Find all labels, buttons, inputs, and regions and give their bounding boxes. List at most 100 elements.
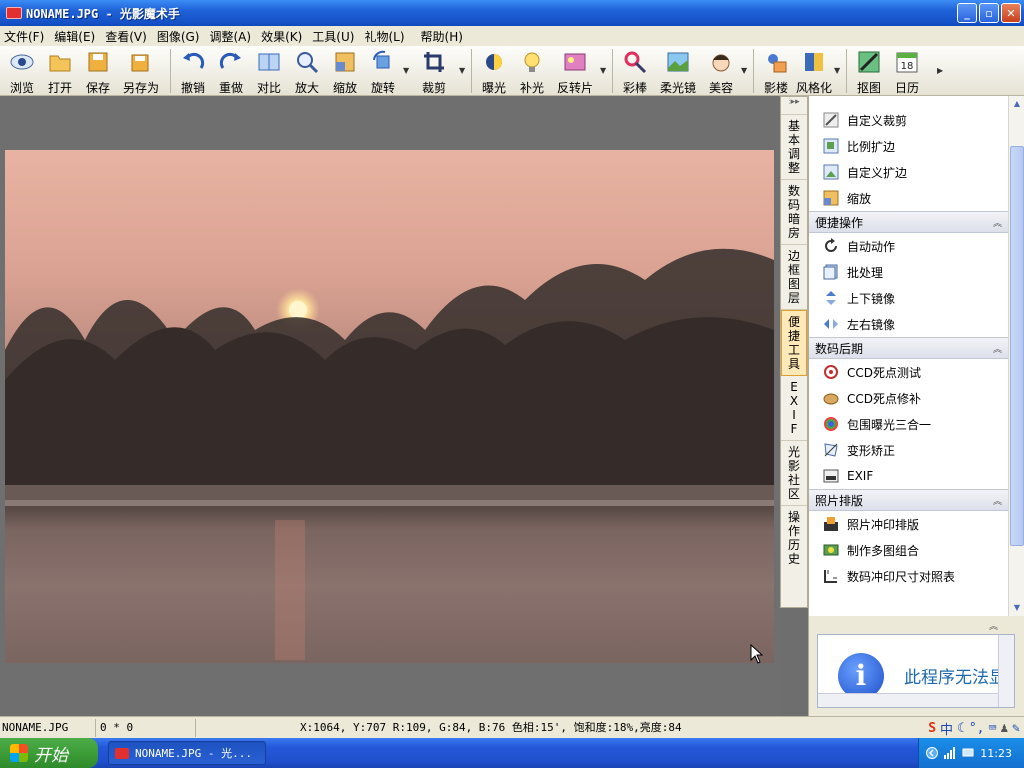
save-as-icon bbox=[131, 54, 149, 72]
menu-file[interactable]: 文件(F) bbox=[4, 28, 44, 45]
side-tab-strip: ⫶▸▸ 基本调整 数码暗房 边框图层 便捷工具 EXIF 光影社区 操作历史 bbox=[780, 96, 808, 608]
crop-dropdown-icon[interactable]: ▼ bbox=[459, 66, 467, 75]
panel-item-batch[interactable]: 批处理 bbox=[809, 259, 1008, 285]
menu-edit[interactable]: 编辑(E) bbox=[54, 28, 95, 45]
tab-exif[interactable]: EXIF bbox=[781, 376, 807, 441]
custom-expand-icon bbox=[823, 164, 839, 180]
crop-button[interactable]: 裁剪 bbox=[411, 46, 457, 96]
panel-item-vertical-flip[interactable]: 上下镜像 bbox=[809, 285, 1008, 311]
menu-adjust[interactable]: 调整(A) bbox=[209, 28, 251, 45]
browse-button[interactable]: 浏览 bbox=[4, 46, 40, 96]
rotate-dropdown-icon[interactable]: ▼ bbox=[403, 66, 411, 75]
wrench-icon[interactable]: ✎ bbox=[1012, 721, 1020, 736]
section-quick-ops[interactable]: 便捷操作 ︽ bbox=[809, 211, 1008, 233]
toolbar-overflow-icon[interactable]: ▶ bbox=[937, 66, 945, 75]
panel-item-ccd-test[interactable]: CCD死点测试 bbox=[809, 359, 1008, 385]
clock[interactable]: 11:23 bbox=[980, 747, 1012, 760]
rotate-button[interactable]: 旋转 bbox=[365, 46, 401, 96]
crop-pen-icon bbox=[823, 112, 839, 128]
beauty-button[interactable]: 美容 bbox=[703, 46, 739, 96]
tab-community[interactable]: 光影社区 bbox=[781, 441, 807, 506]
panel-item-custom-crop[interactable]: 自定义裁剪 bbox=[809, 107, 1008, 133]
panel-item-distortion-fix[interactable]: 变形矫正 bbox=[809, 437, 1008, 463]
panel-item-exif[interactable]: EXIF bbox=[809, 463, 1008, 489]
ime-logo-icon[interactable]: S bbox=[928, 721, 936, 736]
panel-item-multi-collage[interactable]: 制作多图组合 bbox=[809, 537, 1008, 563]
compare-button[interactable]: 对比 bbox=[251, 46, 287, 96]
menu-view[interactable]: 查看(V) bbox=[105, 28, 147, 45]
panel-item-custom-expand[interactable]: 自定义扩边 bbox=[809, 159, 1008, 185]
crop-icon bbox=[424, 52, 444, 72]
tab-digital-darkroom[interactable]: 数码暗房 bbox=[781, 180, 807, 245]
tool-panel: 自定义裁剪 比例扩边 自定义扩边 缩放 便捷操作 ︽ 自动动作 批处理 上下镜像 … bbox=[808, 96, 1008, 616]
resize-button[interactable]: 缩放 bbox=[327, 46, 363, 96]
studio-button[interactable]: 影楼 bbox=[758, 46, 794, 96]
app-icon bbox=[115, 747, 129, 759]
minimize-button[interactable]: _ bbox=[957, 3, 977, 23]
effects-dropdown-icon[interactable]: ▼ bbox=[600, 66, 608, 75]
network-icon[interactable] bbox=[962, 747, 974, 759]
menu-image[interactable]: 图像(G) bbox=[157, 28, 200, 45]
info-horizontal-scrollbar[interactable] bbox=[818, 693, 998, 707]
studio-icon bbox=[768, 54, 787, 73]
panel-item-resize[interactable]: 缩放 bbox=[809, 185, 1008, 211]
scroll-down-icon[interactable]: ▼ bbox=[1009, 600, 1024, 616]
canvas-area[interactable] bbox=[0, 96, 780, 716]
save-as-button[interactable]: 另存为 bbox=[118, 46, 164, 96]
back-arrow-icon[interactable] bbox=[926, 747, 939, 759]
taskbar-app-button[interactable]: NONAME.JPG - 光... bbox=[108, 741, 266, 765]
panel-item-ccd-repair[interactable]: CCD死点修补 bbox=[809, 385, 1008, 411]
panel-collapse-icon[interactable]: ⫶▸▸ bbox=[781, 97, 807, 115]
tab-basic-adjust[interactable]: 基本调整 bbox=[781, 115, 807, 180]
zoom-in-button[interactable]: 放大 bbox=[289, 46, 325, 96]
menu-gifts[interactable]: 礼物(L) bbox=[364, 28, 404, 45]
photo-image bbox=[5, 248, 774, 660]
menu-help[interactable]: 帮助(H) bbox=[421, 28, 463, 45]
stylize-button[interactable]: 风格化 bbox=[796, 46, 832, 96]
redo-button[interactable]: 重做 bbox=[213, 46, 249, 96]
color-pen-button[interactable]: 彩棒 bbox=[617, 46, 653, 96]
panel-item-ratio-expand[interactable]: 比例扩边 bbox=[809, 133, 1008, 159]
start-button[interactable]: 开始 bbox=[0, 738, 98, 768]
panel-item-auto-action[interactable]: 自动动作 bbox=[809, 233, 1008, 259]
scrollbar-thumb[interactable] bbox=[1010, 146, 1024, 546]
tab-border-layer[interactable]: 边框图层 bbox=[781, 245, 807, 310]
menu-tools[interactable]: 工具(U) bbox=[312, 28, 354, 45]
chevron-up-icon[interactable]: ︽ bbox=[989, 619, 998, 632]
section-photo-layout[interactable]: 照片排版 ︽ bbox=[809, 489, 1008, 511]
scroll-up-icon[interactable]: ▲ bbox=[1009, 96, 1024, 112]
panel-item-print-layout[interactable]: 照片冲印排版 bbox=[809, 511, 1008, 537]
soft-focus-button[interactable]: 柔光镜 bbox=[655, 46, 701, 96]
keyboard-icon[interactable]: ⌨ bbox=[989, 721, 997, 736]
close-button[interactable]: ✕ bbox=[1001, 3, 1021, 23]
tab-quick-tools[interactable]: 便捷工具 bbox=[781, 310, 807, 376]
reverse-film-button[interactable]: 反转片 bbox=[552, 46, 598, 96]
exposure-button[interactable]: 曝光 bbox=[476, 46, 512, 96]
cutout-button[interactable]: 抠图 bbox=[851, 46, 887, 96]
save-button[interactable]: 保存 bbox=[80, 46, 116, 96]
signal-icon[interactable] bbox=[944, 747, 956, 759]
ime-language[interactable]: 中 bbox=[940, 719, 953, 738]
stylize-dropdown-icon[interactable]: ▼ bbox=[834, 66, 842, 75]
info-vertical-scrollbar[interactable] bbox=[998, 635, 1014, 707]
maximize-button[interactable]: ▫ bbox=[979, 3, 999, 23]
menu-effects[interactable]: 效果(K) bbox=[261, 28, 302, 45]
open-button[interactable]: 打开 bbox=[42, 46, 78, 96]
calendar-button[interactable]: 18 日历 bbox=[889, 46, 925, 96]
undo-button[interactable]: 撤销 bbox=[175, 46, 211, 96]
panel-item-horizontal-flip[interactable]: 左右镜像 bbox=[809, 311, 1008, 337]
beauty-dropdown-icon[interactable]: ▼ bbox=[741, 66, 749, 75]
compare-icon bbox=[258, 53, 280, 71]
panel-item-size-chart[interactable]: 数码冲印尺寸对照表 bbox=[809, 563, 1008, 589]
magnifier-icon bbox=[297, 52, 319, 74]
panel-item-hdr-merge[interactable]: 包围曝光三合一 bbox=[809, 411, 1008, 437]
moon-icon[interactable]: ☾ bbox=[957, 721, 965, 736]
user-icon[interactable]: ♟ bbox=[1000, 721, 1008, 736]
panel-scrollbar[interactable]: ▲ ▼ bbox=[1008, 96, 1024, 616]
status-dimensions: 0 * 0 bbox=[96, 718, 196, 737]
photo-canvas[interactable] bbox=[5, 150, 774, 663]
fill-light-button[interactable]: 补光 bbox=[514, 46, 550, 96]
tab-history[interactable]: 操作历史 bbox=[781, 506, 807, 570]
punctuation-icon[interactable]: °, bbox=[969, 721, 985, 736]
section-digital-post[interactable]: 数码后期 ︽ bbox=[809, 337, 1008, 359]
